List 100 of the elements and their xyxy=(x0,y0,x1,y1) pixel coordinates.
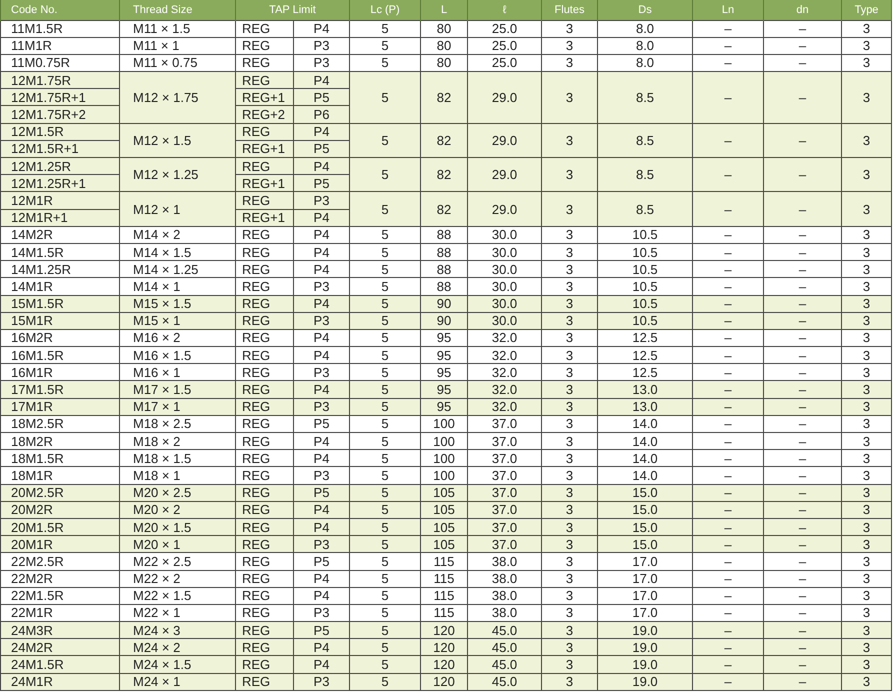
table-cell: 5 xyxy=(350,656,421,674)
table-cell: 3 xyxy=(542,466,598,484)
table-cell: REG xyxy=(236,312,294,330)
table-cell: 17M1.5R xyxy=(0,380,120,398)
table-cell: REG xyxy=(236,295,294,312)
table-cell: 38.0 xyxy=(468,570,542,588)
table-cell: – xyxy=(692,552,764,570)
table-cell: REG xyxy=(236,398,294,416)
table-cell: 8.0 xyxy=(598,20,693,38)
table-cell: 3 xyxy=(542,37,598,54)
table-cell: 30.0 xyxy=(468,312,542,330)
table-cell: 37.0 xyxy=(468,466,542,484)
table-cell: 24M1R xyxy=(0,673,120,690)
table-cell: M24 × 1.5 xyxy=(120,656,236,674)
table-cell: 5 xyxy=(350,295,421,312)
table-cell: 15M1R xyxy=(0,312,120,330)
table-cell: – xyxy=(764,570,842,588)
column-header: Ln xyxy=(692,0,764,20)
table-cell: – xyxy=(764,72,842,124)
table-cell: 17.0 xyxy=(598,552,693,570)
table-cell: 3 xyxy=(842,20,892,38)
table-cell: 3 xyxy=(842,226,892,244)
table-cell: 18M1R xyxy=(0,466,120,484)
table-cell: REG xyxy=(236,570,294,588)
table-cell: 38.0 xyxy=(468,552,542,570)
table-cell: 11M1.5R xyxy=(0,20,120,38)
table-cell: 3 xyxy=(542,295,598,312)
table-cell: 115 xyxy=(420,552,468,570)
table-cell: 37.0 xyxy=(468,484,542,502)
column-header: Thread Size xyxy=(120,0,236,20)
table-cell: 14M1R xyxy=(0,278,120,295)
table-cell: 120 xyxy=(420,656,468,674)
table-cell: 80 xyxy=(420,37,468,54)
table-cell: 14.0 xyxy=(598,466,693,484)
column-header: Ds xyxy=(598,0,693,20)
table-cell: 3 xyxy=(542,226,598,244)
table-cell: – xyxy=(692,587,764,604)
table-cell: 3 xyxy=(842,192,892,226)
column-header: Lc (P) xyxy=(350,0,421,20)
table-cell: 30.0 xyxy=(468,278,542,295)
table-cell: 3 xyxy=(542,398,598,416)
table-cell: 17.0 xyxy=(598,570,693,588)
table-cell: – xyxy=(692,72,764,124)
table-cell: REG xyxy=(236,37,294,54)
table-cell: 5 xyxy=(350,552,421,570)
table-cell: 8.5 xyxy=(598,192,693,226)
table-cell: REG+2 xyxy=(236,106,294,124)
table-cell: 45.0 xyxy=(468,673,542,690)
table-cell: – xyxy=(764,587,842,604)
table-cell: – xyxy=(692,570,764,588)
table-cell: 3 xyxy=(842,295,892,312)
table-cell: 15.0 xyxy=(598,484,693,502)
table-cell: M11 × 1.5 xyxy=(120,20,236,38)
table-cell: 115 xyxy=(420,570,468,588)
table-cell: 90 xyxy=(420,295,468,312)
table-cell: 82 xyxy=(420,192,468,226)
table-cell: 3 xyxy=(542,656,598,674)
table-cell: – xyxy=(692,278,764,295)
table-cell: – xyxy=(692,226,764,244)
table-cell: – xyxy=(764,656,842,674)
table-cell: 3 xyxy=(842,587,892,604)
table-cell: M20 × 2.5 xyxy=(120,484,236,502)
table-cell: 13.0 xyxy=(598,398,693,416)
table-cell: 3 xyxy=(542,312,598,330)
table-cell: P3 xyxy=(294,673,350,690)
table-cell: 105 xyxy=(420,501,468,518)
table-cell: 3 xyxy=(542,570,598,588)
table-cell: 15M1.5R xyxy=(0,295,120,312)
table-cell: 5 xyxy=(350,226,421,244)
table-cell: 3 xyxy=(842,312,892,330)
table-cell: REG xyxy=(236,226,294,244)
table-cell: 32.0 xyxy=(468,380,542,398)
table-cell: 10.5 xyxy=(598,295,693,312)
table-cell: 100 xyxy=(420,466,468,484)
table-cell: 30.0 xyxy=(468,226,542,244)
table-cell: 3 xyxy=(542,501,598,518)
table-cell: – xyxy=(692,20,764,38)
table-cell: P4 xyxy=(294,380,350,398)
table-cell: REG xyxy=(236,123,294,140)
table-cell: – xyxy=(692,192,764,226)
table-cell: P4 xyxy=(294,656,350,674)
table-cell: – xyxy=(764,398,842,416)
table-cell: 15.0 xyxy=(598,501,693,518)
table-cell: 11M1R xyxy=(0,37,120,54)
table-cell: 3 xyxy=(542,380,598,398)
table-cell: P4 xyxy=(294,501,350,518)
table-cell: – xyxy=(764,484,842,502)
table-cell: 12M1R+1 xyxy=(0,209,120,226)
table-cell: 25.0 xyxy=(468,37,542,54)
table-cell: 14M2R xyxy=(0,226,120,244)
table-cell: – xyxy=(692,312,764,330)
table-cell: 10.5 xyxy=(598,278,693,295)
table-cell: 3 xyxy=(542,673,598,690)
table-cell: 5 xyxy=(350,673,421,690)
table-cell: P4 xyxy=(294,20,350,38)
table-cell: 32.0 xyxy=(468,398,542,416)
table-cell: 5 xyxy=(350,312,421,330)
table-cell: REG xyxy=(236,552,294,570)
table-cell: REG xyxy=(236,466,294,484)
table-cell: – xyxy=(692,37,764,54)
